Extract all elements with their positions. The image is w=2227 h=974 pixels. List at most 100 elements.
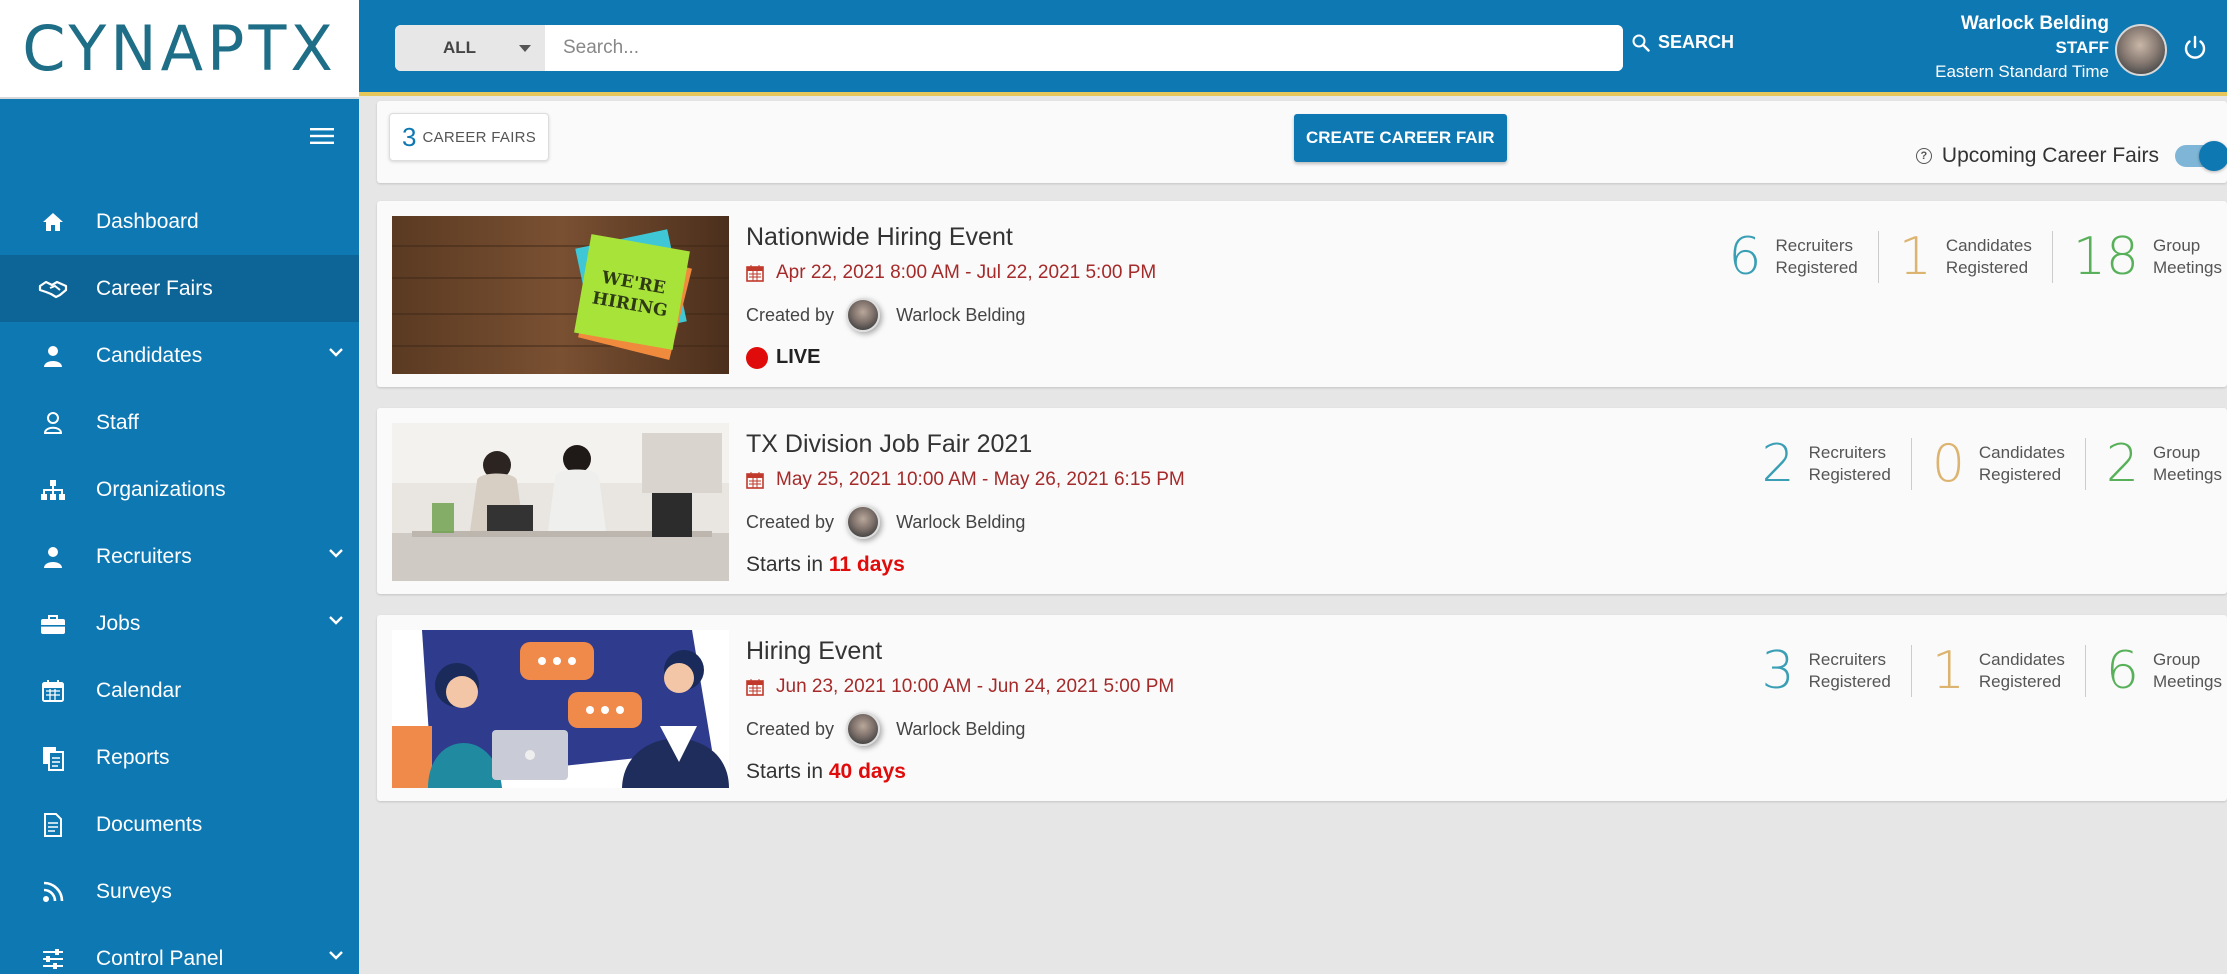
career-fair-dates: Jun 23, 2021 10:00 AM - Jun 24, 2021 5:0… (746, 676, 1174, 698)
sidebar-item-label: Candidates (96, 343, 203, 367)
calendar-icon (38, 676, 68, 706)
career-fair-dates: May 25, 2021 10:00 AM - May 26, 2021 6:1… (746, 469, 1185, 491)
career-fair-title[interactable]: TX Division Job Fair 2021 (746, 430, 1185, 459)
org-chart-icon (38, 475, 68, 505)
created-by-label: Created by (746, 304, 835, 325)
chevron-down-icon (329, 549, 343, 558)
starts-in-label: Starts in (746, 553, 824, 576)
candidates-label: Candidates Registered (1945, 236, 2032, 277)
candidates-registered-stat[interactable]: 1 Candidates Registered (1910, 645, 2085, 697)
sidebar-item-jobs[interactable]: Jobs (0, 590, 359, 657)
career-fair-countdown: Starts in 11 days (746, 553, 1185, 577)
career-fair-image-hiring-note[interactable]: WE'RE HIRING (392, 216, 729, 374)
user-outline-icon (38, 408, 68, 438)
career-fair-image-office-meeting[interactable] (392, 423, 729, 581)
career-fair-creator: Created by Warlock Belding (746, 298, 1156, 332)
live-indicator-icon (746, 346, 768, 369)
career-fair-date-range: Jun 23, 2021 10:00 AM - Jun 24, 2021 5:0… (776, 676, 1175, 697)
help-icon[interactable]: ? (1915, 148, 1932, 164)
career-fair-dates: Apr 22, 2021 8:00 AM - Jul 22, 2021 5:00… (746, 262, 1156, 284)
career-fair-status: LIVE (746, 346, 1156, 369)
logo[interactable]: CYNAPTX (0, 0, 359, 99)
search-button-label: SEARCH (1658, 32, 1735, 52)
group-meetings-stat[interactable]: 6 Group Meetings (2084, 645, 2222, 697)
sidebar-item-staff[interactable]: Staff (0, 389, 359, 456)
power-icon[interactable] (2183, 35, 2207, 61)
creator-name: Warlock Belding (896, 718, 1026, 739)
career-fair-countdown: Starts in 40 days (746, 760, 1174, 784)
user-name: Warlock Belding (1960, 13, 2109, 34)
group-meetings-count: 18 (2072, 227, 2140, 287)
candidates-label: Candidates Registered (1978, 650, 2065, 691)
career-fair-info: Nationwide Hiring Event Apr 22, 2021 8:0… (746, 223, 1156, 369)
candidates-registered-stat[interactable]: 0 Candidates Registered (1910, 438, 2085, 490)
career-fair-title[interactable]: Hiring Event (746, 637, 1174, 666)
career-fair-date-range: May 25, 2021 10:00 AM - May 26, 2021 6:1… (776, 469, 1185, 490)
career-fair-card[interactable]: Hiring Event Jun 23, 2021 10:00 AM - Jun… (377, 615, 2227, 801)
creator-name: Warlock Belding (896, 304, 1026, 325)
chevron-down-icon (329, 951, 343, 960)
sidebar-item-organizations[interactable]: Organizations (0, 456, 359, 523)
group-meetings-count: 2 (2105, 434, 2140, 494)
career-fair-card[interactable]: WE'RE HIRING Nationwide Hiring Event Apr… (377, 201, 2227, 387)
recruiters-registered-stat[interactable]: 2 Recruiters Registered (1742, 438, 1911, 490)
chevron-down-icon (329, 348, 343, 357)
sidebar-item-documents[interactable]: Documents (0, 791, 359, 858)
create-career-fair-button[interactable]: CREATE CAREER FAIR (1294, 114, 1507, 162)
sidebar-item-label: Staff (96, 410, 139, 434)
calendar-icon (746, 265, 764, 282)
reports-icon (38, 743, 68, 773)
recruiters-registered-stat[interactable]: 3 Recruiters Registered (1742, 645, 1911, 697)
recruiters-count: 3 (1761, 641, 1795, 701)
sidebar-item-dashboard[interactable]: Dashboard (0, 188, 359, 255)
hamburger-menu-icon[interactable] (310, 127, 334, 145)
caret-down-icon (519, 44, 531, 52)
person-icon (38, 341, 68, 371)
search-icon (1632, 34, 1650, 52)
recruiters-registered-stat[interactable]: 6 Recruiters Registered (1708, 231, 1877, 283)
creator-avatar (846, 298, 881, 332)
career-fair-title[interactable]: Nationwide Hiring Event (746, 223, 1156, 252)
group-meetings-stat[interactable]: 18 Group Meetings (2051, 227, 2222, 287)
group-meetings-stat[interactable]: 2 Group Meetings (2084, 434, 2222, 494)
candidates-count: 1 (1898, 227, 1932, 287)
recruiters-count: 6 (1728, 227, 1762, 287)
sidebar-item-reports[interactable]: Reports (0, 724, 359, 791)
career-fair-image-interview-illustration[interactable] (392, 630, 729, 788)
sidebar-item-label: Calendar (96, 678, 182, 702)
sidebar-item-label: Control Panel (96, 946, 224, 970)
briefcase-icon (38, 609, 68, 639)
sidebar-item-candidates[interactable]: Candidates (0, 322, 359, 389)
sidebar-item-recruiters[interactable]: Recruiters (0, 523, 359, 590)
recruiters-label: Recruiters Registered (1808, 650, 1891, 691)
user-role: STAFF (2055, 38, 2109, 57)
sidebar-item-calendar[interactable]: Calendar (0, 657, 359, 724)
recruiters-label: Recruiters Registered (1775, 236, 1858, 277)
sidebar-item-label: Career Fairs (96, 276, 213, 300)
search-input[interactable] (545, 25, 1623, 71)
sidebar-item-career-fairs[interactable]: Career Fairs (0, 255, 359, 322)
sidebar-item-label: Jobs (96, 611, 141, 635)
sidebar-item-surveys[interactable]: Surveys (0, 858, 359, 925)
search-filter-select[interactable]: ALL (395, 25, 545, 71)
user-avatar[interactable] (2115, 24, 2167, 76)
candidates-registered-stat[interactable]: 1 Candidates Registered (1877, 227, 2052, 287)
sliders-icon (38, 944, 68, 974)
top-bar: ALL SEARCH Warlock Belding STAFF Eastern… (359, 0, 2227, 96)
user-info[interactable]: Warlock Belding STAFF Eastern Standard T… (1935, 12, 2109, 84)
sidebar-nav: Dashboard Career Fairs Candidates Staff … (0, 188, 359, 974)
sidebar-item-label: Organizations (96, 477, 226, 501)
career-fair-card[interactable]: TX Division Job Fair 2021 May 25, 2021 1… (377, 408, 2227, 594)
upcoming-career-fairs-toggle[interactable] (2175, 141, 2227, 171)
sidebar-item-label: Documents (96, 812, 203, 836)
sidebar-item-control-panel[interactable]: Control Panel (0, 925, 359, 974)
sidebar-item-label: Recruiters (96, 544, 192, 568)
upcoming-career-fairs-label: Upcoming Career Fairs (1941, 144, 2159, 167)
career-fair-creator: Created by Warlock Belding (746, 712, 1174, 746)
career-fairs-count-label: CAREER FAIRS (422, 128, 537, 146)
creator-name: Warlock Belding (896, 511, 1026, 532)
sidebar-item-label: Reports (96, 745, 170, 769)
search-button[interactable]: SEARCH (1632, 32, 1734, 53)
candidates-label: Candidates Registered (1978, 443, 2065, 484)
upcoming-career-fairs-filter: ? Upcoming Career Fairs (1915, 141, 2227, 171)
